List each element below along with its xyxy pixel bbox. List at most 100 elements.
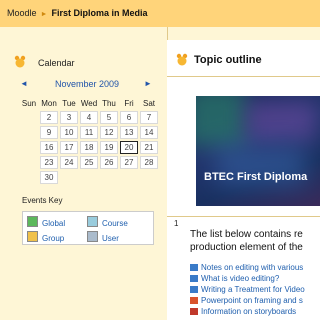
calendar-day[interactable]: 25 — [80, 156, 98, 169]
people-icon — [190, 264, 198, 271]
intro-line: production element of the — [190, 242, 303, 253]
calendar-title: Calendar — [38, 58, 75, 68]
weekday-mon: Mon — [41, 99, 57, 108]
breadcrumb-separator: ► — [40, 11, 48, 18]
calendar-week-row: 30 — [20, 171, 158, 184]
weekday-sun: Sun — [21, 99, 37, 108]
calendar-day[interactable]: 7 — [140, 111, 158, 124]
breadcrumb: Moodle ► First Diploma in Media — [7, 8, 147, 18]
breadcrumb-moodle-link[interactable]: Moodle — [7, 8, 37, 18]
calendar-day[interactable]: 21 — [140, 141, 158, 154]
weekday-thu: Thu — [102, 99, 116, 108]
events-key-title: Events Key — [22, 196, 63, 205]
calendar-day[interactable]: 11 — [80, 126, 98, 139]
events-key-table: Global Course Group User — [22, 211, 154, 245]
calendar-day[interactable]: 12 — [100, 126, 118, 139]
events-key-course[interactable]: Course — [87, 216, 128, 228]
resource-label: Powerpoint on framing and s — [201, 296, 303, 305]
calendar-weekday-row: Sun Mon Tue Wed Thu Fri Sat — [20, 98, 158, 109]
resource-label: Notes on editing with various — [201, 263, 304, 272]
calendar-day[interactable]: 19 — [100, 141, 118, 154]
course-banner-image: BTEC First Diploma — [196, 96, 320, 206]
global-event-icon — [27, 216, 38, 227]
events-key-user[interactable]: User — [87, 231, 119, 243]
events-key-group-label: Group — [42, 234, 65, 243]
topic-outline-title: Topic outline — [194, 54, 262, 66]
calendar-day[interactable]: 4 — [80, 111, 98, 124]
calendar-day[interactable]: 27 — [120, 156, 138, 169]
calendar-week-row: 9 10 11 12 13 14 — [20, 126, 158, 139]
calendar-day[interactable]: 28 — [140, 156, 158, 169]
calendar-day[interactable]: 26 — [100, 156, 118, 169]
calendar-empty-cell — [20, 156, 38, 169]
calendar-grid: Sun Mon Tue Wed Thu Fri Sat 2 3 4 5 6 7 9 10 11 1… — [18, 96, 160, 186]
calendar-empty-cell — [80, 171, 98, 184]
calendar-empty-cell — [100, 171, 118, 184]
events-key-course-label: Course — [102, 219, 128, 228]
people-icon — [190, 275, 198, 282]
calendar-week-row: 23 24 25 26 27 28 — [20, 156, 158, 169]
header-bar: Moodle ► First Diploma in Media — [0, 0, 320, 28]
resource-link[interactable]: Powerpoint on framing and s — [190, 296, 303, 305]
weekday-wed: Wed — [80, 99, 98, 108]
calendar-day[interactable]: 9 — [40, 126, 58, 139]
pdf-icon — [190, 308, 198, 315]
weekday-fri: Fri — [124, 99, 134, 108]
topic-outline-icon — [176, 53, 188, 66]
calendar-day[interactable]: 3 — [60, 111, 78, 124]
section-divider — [167, 216, 320, 217]
resource-link[interactable]: What is video editing? — [190, 274, 279, 283]
calendar-empty-cell — [20, 126, 38, 139]
calendar-empty-cell — [20, 141, 38, 154]
section-intro: The list below contains re production el… — [190, 228, 320, 254]
prev-month-button[interactable]: ◄ — [20, 79, 28, 88]
section-number: 1 — [174, 219, 179, 228]
breadcrumb-current: First Diploma in Media — [51, 8, 148, 18]
calendar-day[interactable]: 17 — [60, 141, 78, 154]
calendar-day[interactable]: 6 — [120, 111, 138, 124]
people-icon — [190, 286, 198, 293]
calendar-day[interactable]: 24 — [60, 156, 78, 169]
calendar-empty-cell — [20, 171, 38, 184]
banner-blur — [196, 96, 246, 146]
group-event-icon — [27, 231, 38, 242]
banner-text: BTEC First Diploma — [204, 171, 308, 183]
user-event-icon — [87, 231, 98, 242]
course-event-icon — [87, 216, 98, 227]
calendar-day[interactable]: 16 — [40, 141, 58, 154]
resource-label: Information on storyboards — [201, 307, 297, 316]
calendar-week-row: 16 17 18 19 20 21 — [20, 141, 158, 154]
calendar-day[interactable]: 5 — [100, 111, 118, 124]
calendar-day[interactable]: 23 — [40, 156, 58, 169]
calendar-empty-cell — [60, 171, 78, 184]
calendar-empty-cell — [140, 171, 158, 184]
calendar-day[interactable]: 10 — [60, 126, 78, 139]
resource-link[interactable]: Notes on editing with various — [190, 263, 303, 272]
events-key-user-label: User — [102, 234, 119, 243]
calendar-empty-cell — [120, 171, 138, 184]
calendar-block-icon — [14, 55, 26, 68]
calendar-week-row: 234567 — [20, 111, 158, 124]
intro-line: The list below contains re — [190, 229, 303, 240]
resource-label: What is video editing? — [201, 274, 280, 283]
resource-link[interactable]: Information on storyboards — [190, 307, 296, 316]
calendar-day[interactable]: 20 — [120, 141, 138, 154]
calendar-day[interactable]: 18 — [80, 141, 98, 154]
next-month-button[interactable]: ► — [144, 79, 152, 88]
weekday-sat: Sat — [142, 99, 155, 108]
events-key-global[interactable]: Global — [27, 216, 65, 228]
calendar-month-label[interactable]: November 2009 — [55, 79, 119, 89]
events-key-group[interactable]: Group — [27, 231, 64, 243]
banner-blur — [246, 101, 316, 141]
powerpoint-icon — [190, 297, 198, 304]
resource-label: Writing a Treatment for Video — [201, 285, 305, 294]
calendar-day[interactable]: 30 — [40, 171, 58, 184]
weekday-tue: Tue — [62, 99, 76, 108]
calendar-day[interactable]: 2 — [40, 111, 58, 124]
title-divider — [167, 76, 320, 77]
calendar-day[interactable]: 13 — [120, 126, 138, 139]
events-key-global-label: Global — [42, 219, 66, 228]
calendar-empty-cell — [20, 111, 38, 124]
calendar-day[interactable]: 14 — [140, 126, 158, 139]
resource-link[interactable]: Writing a Treatment for Video — [190, 285, 305, 294]
